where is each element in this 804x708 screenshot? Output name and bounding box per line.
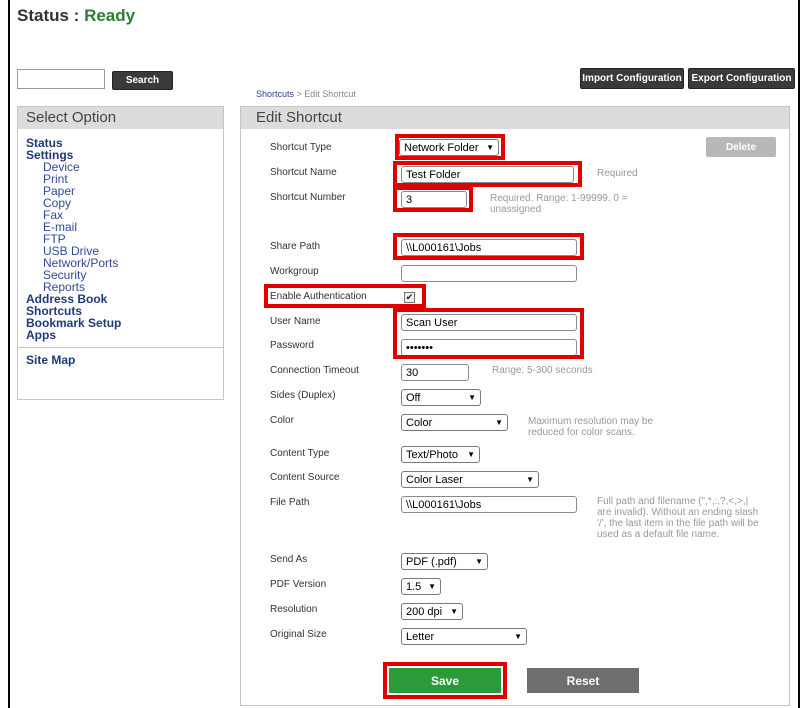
sidebar-title: Select Option <box>18 107 223 129</box>
pdf-version-select[interactable]: 1.5 ▼ <box>401 578 441 595</box>
shortcut-name-input[interactable]: Test Folder <box>401 166 574 183</box>
file-path-label: File Path <box>270 497 310 508</box>
shortcut-number-input[interactable]: 3 <box>401 191 467 208</box>
dropdown-arrow-icon: ▼ <box>514 631 522 641</box>
search-button[interactable]: Search <box>112 71 173 90</box>
connection-timeout-label: Connection Timeout <box>270 365 359 376</box>
nav-divider <box>18 347 223 348</box>
status-line: Status : Ready <box>17 6 135 26</box>
share-path-input[interactable]: \\L000161\Jobs <box>401 239 577 256</box>
dropdown-arrow-icon: ▼ <box>428 581 436 591</box>
status-value: Ready <box>84 6 136 25</box>
status-label: Status : <box>17 6 85 25</box>
password-label: Password <box>270 340 314 351</box>
reset-button[interactable]: Reset <box>527 668 639 693</box>
nav-site-map[interactable]: Site Map <box>26 354 223 366</box>
dropdown-arrow-icon: ▼ <box>486 142 494 152</box>
breadcrumb-current: Edit Shortcut <box>304 89 356 99</box>
dropdown-arrow-icon: ▼ <box>495 417 503 427</box>
breadcrumb-separator: > <box>294 89 305 99</box>
connection-timeout-hint: Range: 5-300 seconds <box>492 365 593 376</box>
color-hint: Maximum resolution may be reduced for col… <box>528 416 654 438</box>
shortcut-type-value: Network Folder <box>404 141 479 154</box>
nav-apps[interactable]: Apps <box>26 329 223 341</box>
share-path-label: Share Path <box>270 241 321 252</box>
resolution-select[interactable]: 200 dpi ▼ <box>401 603 463 620</box>
dropdown-arrow-icon: ▼ <box>467 449 475 459</box>
send-as-select[interactable]: PDF (.pdf) ▼ <box>401 553 488 570</box>
breadcrumb-shortcuts-link[interactable]: Shortcuts <box>256 89 294 99</box>
sidebar-nav: Status Settings Device Print Paper Copy … <box>18 129 223 366</box>
panel-title: Edit Shortcut <box>241 107 789 129</box>
workgroup-input[interactable] <box>401 265 577 282</box>
enable-authentication-label: Enable Authentication <box>270 291 367 302</box>
content-type-select[interactable]: Text/Photo ▼ <box>401 446 480 463</box>
import-configuration-button[interactable]: Import Configuration <box>580 68 684 89</box>
save-button[interactable]: Save <box>389 668 501 693</box>
delete-button[interactable]: Delete <box>706 137 776 157</box>
send-as-label: Send As <box>270 554 308 565</box>
dropdown-arrow-icon: ▼ <box>450 606 458 616</box>
sides-label: Sides (Duplex) <box>270 390 336 401</box>
export-configuration-button[interactable]: Export Configuration <box>688 68 795 89</box>
file-path-input[interactable]: \\L000161\Jobs <box>401 496 577 513</box>
content-type-label: Content Type <box>270 448 330 459</box>
shortcut-type-select[interactable]: Network Folder ▼ <box>399 139 499 156</box>
shortcut-name-label: Shortcut Name <box>270 167 337 178</box>
file-path-hint: Full path and filename (",*,:,?,<,>,| are… <box>597 496 759 540</box>
connection-timeout-input[interactable]: 30 <box>401 364 469 381</box>
original-size-label: Original Size <box>270 629 327 640</box>
resolution-label: Resolution <box>270 604 318 615</box>
dropdown-arrow-icon: ▼ <box>468 392 476 402</box>
sides-select[interactable]: Off ▼ <box>401 389 481 406</box>
enable-authentication-checkbox[interactable]: ✔ <box>404 292 415 303</box>
password-input[interactable]: ••••••• <box>401 339 577 356</box>
color-label: Color <box>270 415 294 426</box>
search-input[interactable] <box>17 69 105 89</box>
shortcut-number-label: Shortcut Number <box>270 192 346 203</box>
dropdown-arrow-icon: ▼ <box>475 556 483 566</box>
shortcut-type-label: Shortcut Type <box>270 142 332 153</box>
dropdown-arrow-icon: ▼ <box>526 474 534 484</box>
user-name-label: User Name <box>270 316 321 327</box>
workgroup-label: Workgroup <box>270 266 319 277</box>
pdf-version-label: PDF Version <box>270 579 327 590</box>
sidebar: Select Option Status Settings Device Pri… <box>17 106 224 400</box>
content-source-select[interactable]: Color Laser ▼ <box>401 471 539 488</box>
breadcrumb: Shortcuts > Edit Shortcut <box>256 89 356 99</box>
user-name-input[interactable]: Scan User <box>401 314 577 331</box>
original-size-select[interactable]: Letter ▼ <box>401 628 527 645</box>
color-select[interactable]: Color ▼ <box>401 414 508 431</box>
content-source-label: Content Source <box>270 472 340 483</box>
shortcut-number-hint: Required. Range: 1-99999. 0 = unassigned <box>490 193 628 215</box>
shortcut-name-hint: Required <box>597 168 638 179</box>
